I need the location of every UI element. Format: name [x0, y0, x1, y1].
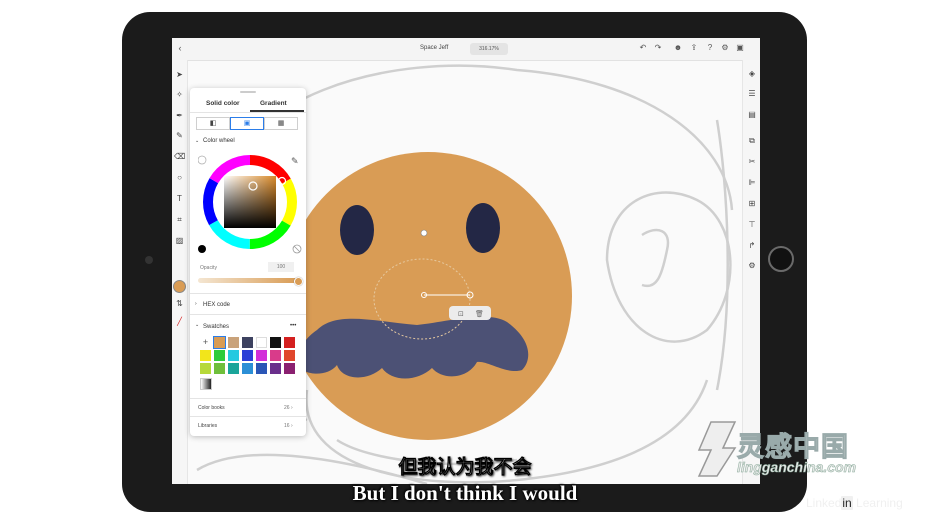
white-dot: [198, 155, 207, 165]
libraries-count[interactable]: 16 ›: [284, 423, 293, 429]
freeform-gradient-icon[interactable]: ▦: [264, 117, 298, 130]
undo-icon[interactable]: ↶: [638, 43, 648, 53]
linear-gradient-icon[interactable]: ◧: [196, 117, 230, 130]
svg-text:🗑: 🗑: [475, 309, 484, 318]
current-fill-swatch[interactable]: [173, 280, 186, 293]
svg-text:⊡: ⊡: [458, 310, 464, 318]
selection-popover: [449, 306, 491, 320]
gradient-swatch[interactable]: [200, 378, 212, 390]
eraser-icon[interactable]: ⌫: [174, 151, 185, 162]
curve-icon[interactable]: ↱: [746, 240, 758, 252]
black-dot: [198, 245, 206, 253]
shape-icon[interactable]: ○: [174, 172, 185, 183]
chevron-right-icon[interactable]: ›: [195, 301, 197, 307]
zoom-level[interactable]: 316.17%: [470, 43, 508, 55]
color-swatch[interactable]: [214, 350, 225, 361]
home-button[interactable]: [768, 246, 794, 272]
swap-colors-icon[interactable]: ⇅: [174, 298, 185, 309]
text-icon[interactable]: T: [174, 193, 185, 204]
eyedropper-icon: ✎: [291, 157, 299, 167]
user-icon[interactable]: ☻: [673, 43, 683, 53]
color-wheel[interactable]: ✎: [198, 152, 302, 258]
color-swatch[interactable]: [228, 337, 239, 348]
face-circle: [284, 152, 572, 440]
document-title[interactable]: Space Jeff: [420, 45, 448, 51]
pen-icon[interactable]: ✒: [174, 110, 185, 121]
color-swatch[interactable]: [242, 337, 253, 348]
transform-handle: [420, 229, 428, 237]
pencil-icon[interactable]: ✎: [174, 130, 185, 141]
panel-grabber[interactable]: [240, 91, 256, 93]
color-swatch[interactable]: [256, 337, 267, 348]
more-options-icon[interactable]: •••: [290, 323, 296, 329]
image-icon[interactable]: ▨: [174, 235, 185, 246]
crop-icon[interactable]: ⌗: [174, 214, 185, 225]
top-bar: ‹ Space Jeff 316.17% ↶ ↷ ☻ ⇪ ? ⚙ ▣: [172, 38, 760, 61]
swatches-section[interactable]: Swatches: [203, 324, 229, 330]
libraries-label[interactable]: Libraries: [198, 423, 217, 429]
hex-code-section[interactable]: HEX code: [203, 302, 230, 308]
tab-solid-color[interactable]: Solid color: [206, 100, 240, 107]
libraries-icon[interactable]: ▤: [746, 109, 758, 121]
color-swatch[interactable]: [213, 336, 226, 349]
color-panel: Solid color Gradient ◧ ▣ ▦ ⌄ Color wheel: [190, 88, 306, 436]
app-screen: ‹ Space Jeff 316.17% ↶ ↷ ☻ ⇪ ? ⚙ ▣ ⊡ 🗑 ➤…: [172, 38, 760, 484]
color-swatch[interactable]: [214, 363, 225, 374]
color-swatch[interactable]: [256, 363, 267, 374]
repeat-icon[interactable]: ⊞: [746, 198, 758, 210]
color-wheel-section[interactable]: Color wheel: [203, 138, 235, 144]
export-icon[interactable]: ▣: [735, 43, 745, 53]
select-icon[interactable]: ➤: [174, 69, 185, 80]
color-swatch[interactable]: [228, 350, 239, 361]
camera-dot: [145, 256, 153, 264]
tab-gradient[interactable]: Gradient: [260, 100, 287, 107]
scissors-icon[interactable]: ✂: [746, 156, 758, 168]
chevron-left-icon[interactable]: ‹: [175, 43, 185, 53]
radial-gradient-icon[interactable]: ▣: [230, 117, 264, 130]
color-swatch[interactable]: [200, 363, 211, 374]
settings-icon[interactable]: ⚙: [720, 43, 730, 53]
color-swatch[interactable]: [228, 363, 239, 374]
opacity-slider[interactable]: [198, 278, 298, 283]
direct-select-icon[interactable]: ✧: [174, 89, 185, 100]
color-swatch[interactable]: [270, 350, 281, 361]
right-eye: [466, 203, 500, 253]
redo-icon[interactable]: ↷: [653, 43, 663, 53]
color-books-label[interactable]: Color books: [198, 405, 225, 411]
align-icon[interactable]: ⊫: [746, 177, 758, 189]
color-swatch[interactable]: [270, 363, 281, 374]
color-swatch[interactable]: [242, 363, 253, 374]
gear-icon[interactable]: ⚙: [746, 260, 758, 272]
right-toolbar: ◈ ☰ ▤ ⧉ ✂ ⊫ ⊞ ⊤ ↱ ⚙: [742, 60, 760, 484]
left-toolbar: ➤ ✧ ✒ ✎ ⌫ ○ T ⌗ ▨ ⇅ ╱: [172, 60, 188, 484]
text-prop-icon[interactable]: ⊤: [746, 219, 758, 231]
subtitle-chinese: 但我认为我不会: [398, 457, 532, 479]
layers-icon[interactable]: ◈: [746, 68, 758, 80]
properties-icon[interactable]: ☰: [746, 88, 758, 100]
chevron-down-icon[interactable]: ⌄: [195, 322, 199, 328]
chevron-down-icon[interactable]: ⌄: [195, 138, 199, 144]
color-swatch[interactable]: [242, 350, 253, 361]
stroke-swatch-icon[interactable]: ╱: [174, 316, 185, 327]
color-swatch[interactable]: [270, 337, 281, 348]
color-swatch[interactable]: [200, 350, 211, 361]
color-books-count[interactable]: 26 ›: [284, 405, 293, 411]
left-eye: [340, 205, 374, 255]
color-swatch[interactable]: [284, 363, 295, 374]
help-icon[interactable]: ?: [705, 43, 715, 53]
color-swatch[interactable]: [256, 350, 267, 361]
subtitle-english: But I don't think I would: [352, 481, 578, 505]
share-icon[interactable]: ⇪: [689, 43, 699, 53]
add-swatch-button[interactable]: +: [200, 337, 211, 348]
opacity-slider-thumb[interactable]: [294, 277, 303, 286]
color-swatch[interactable]: [284, 337, 295, 348]
opacity-label: Opacity: [200, 265, 217, 271]
path-icon[interactable]: ⧉: [746, 135, 758, 147]
opacity-value[interactable]: 100: [268, 262, 294, 272]
color-swatch[interactable]: [284, 350, 295, 361]
